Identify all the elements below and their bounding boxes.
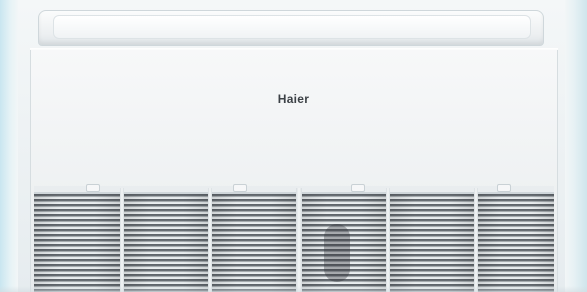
top-air-flap bbox=[38, 10, 544, 46]
left-edge bbox=[0, 0, 18, 292]
grille-clip bbox=[497, 184, 511, 192]
bottom-fade bbox=[0, 286, 587, 292]
vent-section-6 bbox=[478, 192, 554, 292]
top-air-flap-inner bbox=[53, 15, 531, 39]
grille-divider bbox=[386, 188, 390, 292]
reflection-shape bbox=[324, 224, 350, 282]
grille-divider bbox=[208, 188, 212, 292]
brand-logo: Haier bbox=[277, 92, 310, 106]
vent-section-1 bbox=[34, 192, 120, 292]
vent-section-2 bbox=[124, 192, 208, 292]
grille-center-divider bbox=[296, 188, 302, 292]
grille-clip bbox=[351, 184, 365, 192]
vent-section-5 bbox=[390, 192, 474, 292]
vent-section-3 bbox=[212, 192, 296, 292]
grille-divider bbox=[120, 188, 124, 292]
grille-clip bbox=[233, 184, 247, 192]
vent-section-4 bbox=[302, 192, 386, 292]
grille-clip bbox=[86, 184, 100, 192]
grille-divider bbox=[474, 188, 478, 292]
right-edge bbox=[565, 0, 587, 292]
ac-unit-photo: Haier bbox=[0, 0, 587, 292]
